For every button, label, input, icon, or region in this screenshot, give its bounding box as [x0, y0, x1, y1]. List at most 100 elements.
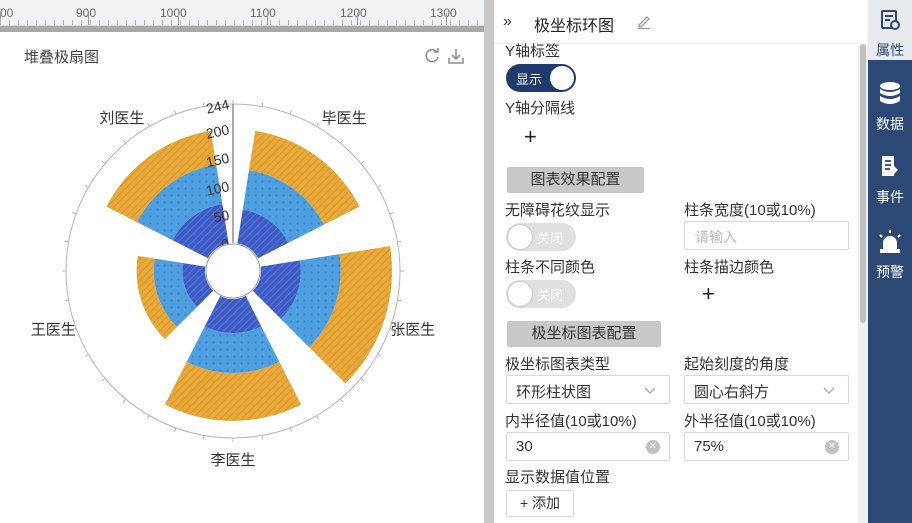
polar-angle-tick — [360, 160, 365, 165]
nav-alarm-label: 预警 — [876, 264, 904, 280]
section-effect-config[interactable]: 图表效果配置 — [507, 167, 644, 193]
ruler-tick-minor — [387, 20, 388, 25]
y-axis-label-title: Y轴标签 — [505, 43, 561, 60]
ruler-tick-minor — [153, 20, 154, 25]
panel-divider[interactable] — [484, 0, 494, 523]
add-button[interactable]: + 添加 — [506, 490, 574, 517]
outer-radius-input[interactable]: 75% ✕ — [684, 432, 849, 461]
polar-angle-tick — [72, 212, 77, 215]
start-angle-title: 起始刻度的角度 — [684, 356, 790, 373]
ruler-tick-minor — [27, 20, 28, 25]
toggle-knob — [550, 66, 574, 90]
polar-root: 张医生李医生王医生刘医生 毕医生050100150200244 — [31, 96, 436, 469]
bar-diff-color-toggle[interactable]: 关闭 — [506, 280, 576, 308]
polar-angle-tick — [147, 122, 150, 127]
polar-type-select[interactable]: 环形柱状图 — [506, 375, 670, 404]
nav-data[interactable]: 数据 — [868, 72, 912, 132]
polar-angle-tick — [202, 435, 205, 440]
ruler-tick-minor — [18, 20, 19, 25]
ruler-tick-minor — [81, 20, 82, 25]
ruler-tick-minor — [198, 20, 199, 25]
nav-properties[interactable]: 属性 — [868, 0, 912, 60]
nav-events-label: 事件 — [876, 189, 904, 205]
ruler-tick-minor — [297, 20, 298, 25]
ruler-tick-minor — [117, 20, 118, 25]
double-chevron-right-icon[interactable]: » — [503, 13, 512, 31]
section-polar-config[interactable]: 极坐标图表配置 — [507, 321, 661, 347]
polar-bar-segment — [186, 326, 280, 374]
radius-tick-label: 50 — [212, 207, 231, 226]
ruler-tick-major — [88, 13, 89, 25]
properties-panel: » 极坐标环图 Y轴标签 显示 Y轴分隔线 + 图表效果配置 无障碍花纹显示 关… — [494, 0, 858, 523]
ruler-tick-minor — [90, 20, 91, 25]
ruler-tick-minor — [324, 20, 325, 25]
canvas-area: 00 900 1000 1100 1200 1300 堆叠极扇图 张医生 李医生… — [0, 0, 484, 523]
ruler-label: 900 — [76, 6, 97, 20]
ruler-label: 1200 — [340, 6, 367, 20]
ruler-tick-minor — [99, 20, 100, 25]
polar-angle-tick — [64, 240, 69, 243]
inner-radius-input[interactable]: 30 ✕ — [506, 432, 670, 461]
ruler-tick-minor — [306, 20, 307, 25]
bar-width-title: 柱条宽度(10或10%) — [684, 202, 816, 219]
ruler-tick-minor — [333, 20, 334, 25]
ruler-tick-minor — [243, 20, 244, 25]
refresh-icon[interactable] — [423, 47, 441, 65]
ruler-tick-minor — [423, 20, 424, 25]
ruler-tick-minor — [261, 20, 262, 25]
ruler-tick-minor — [180, 20, 181, 25]
start-angle-value: 圆心右斜方 — [694, 384, 770, 401]
panel-title: 极坐标环图 — [534, 18, 615, 35]
ruler-tick-minor — [342, 20, 343, 25]
polar-angle-tick — [377, 185, 382, 188]
ruler-tick-minor — [477, 20, 478, 25]
ruler-tick-minor — [432, 20, 433, 25]
start-angle-select[interactable]: 圆心右斜方 — [684, 375, 849, 404]
ruler-tick-minor — [63, 20, 64, 25]
ruler-tick-minor — [0, 20, 1, 25]
ruler-tick-minor — [441, 20, 442, 25]
ruler-tick-minor — [315, 20, 316, 25]
polar-angle-tick — [174, 110, 177, 115]
polar-angle-tick — [377, 354, 382, 357]
nav-alarm[interactable]: 预警 — [868, 225, 912, 285]
right-nav: 属性 数据 事件 预警 — [868, 0, 912, 523]
toggle-text: 显示 — [516, 72, 543, 87]
ruler-tick-minor — [126, 20, 127, 25]
download-icon[interactable] — [447, 47, 465, 65]
polar-angle-tick — [122, 139, 127, 144]
radius-tick-label: 200 — [204, 121, 230, 142]
y-axis-label-toggle[interactable]: 显示 — [506, 64, 576, 92]
clear-icon[interactable]: ✕ — [646, 440, 660, 454]
category-label: 李医生 — [210, 452, 255, 469]
nav-events[interactable]: 事件 — [868, 150, 912, 210]
polar-angle-tick — [360, 377, 365, 382]
polar-bar-segment — [204, 295, 262, 334]
outer-radius-value: 75% — [694, 438, 725, 455]
bar-diff-color-title: 柱条不同颜色 — [505, 259, 596, 276]
polar-type-value: 环形柱状图 — [516, 384, 592, 401]
ruler: 00 900 1000 1100 1200 1300 — [0, 0, 484, 26]
add-split-line-icon[interactable]: + — [524, 126, 537, 148]
polar-angle-tick — [84, 354, 89, 357]
inner-radius-title: 内半径值(10或10%) — [505, 413, 637, 430]
polar-angle-tick — [339, 139, 344, 144]
polar-angle-tick — [202, 102, 205, 107]
polar-angle-tick — [289, 110, 292, 115]
panel-header: » 极坐标环图 — [494, 0, 858, 44]
properties-icon — [881, 10, 900, 30]
add-border-color-icon[interactable]: + — [702, 283, 715, 305]
polar-angle-tick — [261, 435, 264, 440]
panel-scrollbar[interactable] — [858, 44, 868, 523]
bar-width-input[interactable]: 请输入 — [684, 221, 849, 250]
polar-angle-tick — [316, 122, 319, 127]
scroll-thumb[interactable] — [860, 44, 866, 323]
accessible-pattern-toggle[interactable]: 关闭 — [506, 223, 576, 251]
edit-icon[interactable] — [636, 13, 652, 29]
ruler-label: 00 — [0, 6, 14, 20]
polar-angle-tick — [339, 398, 344, 403]
ruler-tick-minor — [234, 20, 235, 25]
clear-icon[interactable]: ✕ — [825, 440, 839, 454]
ruler-tick-minor — [171, 20, 172, 25]
polar-angle-tick — [289, 427, 292, 432]
